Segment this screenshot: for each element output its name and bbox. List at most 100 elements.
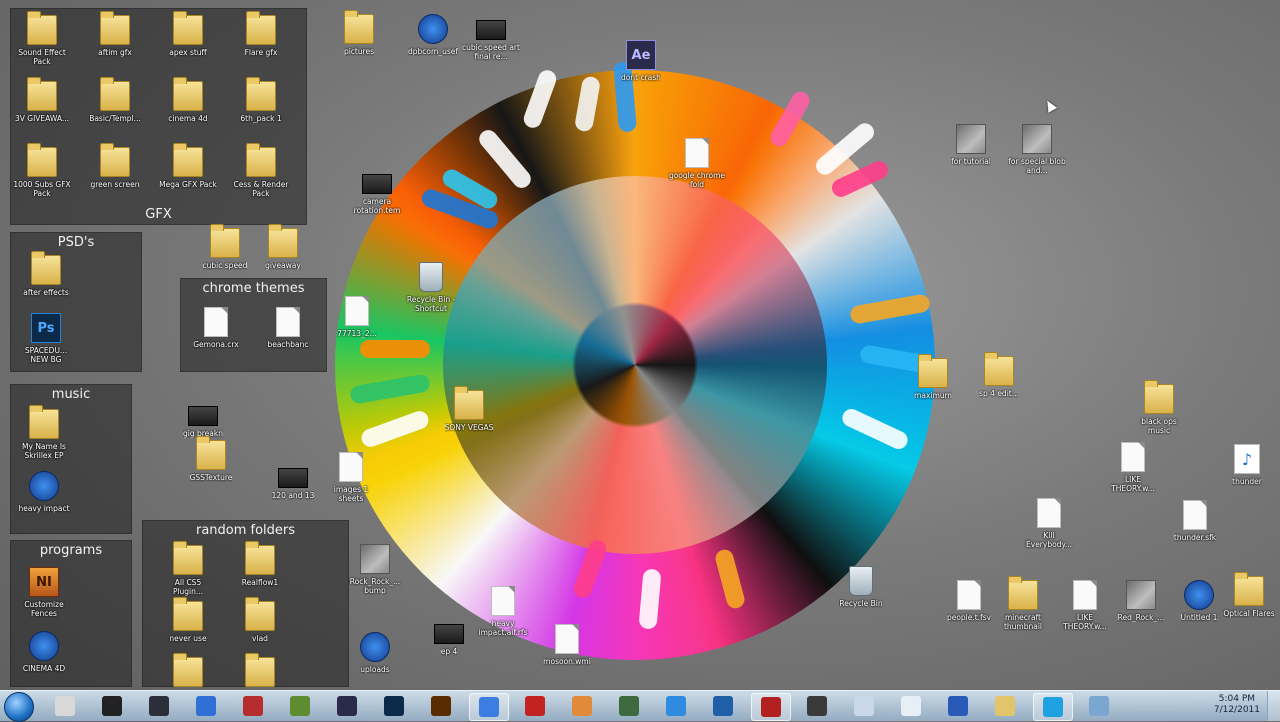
folder-item[interactable]: green screen — [86, 143, 144, 189]
fence-chrome[interactable]: chrome themes Gemona.crx beachbanc — [180, 278, 327, 372]
taskbar-button-app-red[interactable] — [516, 693, 554, 719]
folder-item[interactable]: Realflow1 — [231, 541, 289, 587]
folder-item[interactable]: Optical Flares — [1220, 572, 1278, 618]
folder-item[interactable]: Cess & Render Pack — [232, 143, 290, 198]
folder-item[interactable] — [159, 653, 217, 690]
desktop-item[interactable]: for special blob and... — [1008, 124, 1066, 175]
desktop-item[interactable]: ♪ thunder — [1218, 444, 1276, 486]
taskbar-button-aftereffects[interactable] — [328, 693, 366, 719]
folder-item[interactable]: Sound Effect Pack — [13, 11, 71, 66]
taskbar-button-illustrator[interactable] — [422, 693, 460, 719]
desktop-item[interactable]: NI Customize Fences — [15, 567, 73, 618]
desktop-item[interactable]: uploads — [346, 632, 404, 674]
desktop-item[interactable]: Ps SPACEDU... NEW BG — [17, 313, 75, 364]
desktop-item[interactable]: Ae dont crash — [612, 40, 670, 82]
desktop-item[interactable]: for tutorial — [942, 124, 1000, 166]
desktop-item[interactable]: 77713_2... — [328, 296, 386, 338]
folder-item[interactable]: pictures — [330, 10, 388, 56]
folder-item[interactable]: aftim gfx — [86, 11, 144, 57]
folder-item[interactable]: My Name Is Skrillex EP — [15, 405, 73, 460]
desktop-item[interactable]: dpbcom_usef — [404, 14, 462, 56]
folder-item[interactable]: cubic speed — [196, 224, 254, 270]
fence-programs[interactable]: programs NI Customize Fences CINEMA 4D — [10, 540, 132, 687]
folder-item[interactable]: SONY VEGAS — [440, 386, 498, 432]
taskbar-button-app-screen[interactable] — [1080, 693, 1118, 719]
desktop-item[interactable]: people.t.fsv — [940, 580, 998, 622]
fence-title[interactable]: random folders — [143, 523, 348, 538]
desktop-item[interactable]: Kill Everybody... — [1020, 498, 1078, 549]
folder-item[interactable]: never use — [159, 597, 217, 643]
taskbar-button-app-blue[interactable] — [704, 693, 742, 719]
taskbar-button-skype[interactable] — [1033, 693, 1073, 721]
desktop-item[interactable]: Rock_Rock_... bump — [346, 544, 404, 595]
fence-title[interactable]: programs — [11, 543, 131, 558]
clock[interactable]: 5:04 PM 7/12/2011 — [1214, 694, 1260, 716]
folder-item[interactable]: giveaway — [254, 224, 312, 270]
taskbar-button-winrar[interactable] — [234, 693, 272, 719]
folder-item[interactable]: apex stuff — [159, 11, 217, 57]
fence-music[interactable]: music My Name Is Skrillex EP heavy impact — [10, 384, 132, 534]
folder-item[interactable]: black ops music — [1130, 380, 1188, 435]
fence-title[interactable]: chrome themes — [181, 281, 326, 296]
folder-item[interactable]: Mega GFX Pack — [159, 143, 217, 189]
fence-title[interactable]: PSD's — [11, 235, 141, 250]
desktop-item[interactable]: Recycle Bin — [832, 566, 890, 608]
taskbar-button-folder[interactable] — [986, 693, 1024, 719]
folder-item[interactable]: Basic/Templ... — [86, 77, 144, 123]
icon-label: Gemona.crx — [193, 340, 239, 349]
taskbar-button-steam[interactable] — [140, 693, 178, 719]
folder-item[interactable]: sp 4 edit... — [970, 352, 1028, 398]
desktop-item[interactable]: 120 and 13 — [264, 462, 322, 500]
desktop-item[interactable]: heavy impact — [15, 471, 73, 513]
desktop-item[interactable]: cubic speed art final re... — [462, 14, 520, 61]
taskbar-button-app-window[interactable] — [845, 693, 883, 719]
desktop-item[interactable]: CINEMA 4D — [15, 631, 73, 673]
fence-title[interactable]: GFX — [11, 207, 306, 222]
desktop-item[interactable]: google chrome fold — [668, 138, 726, 189]
taskbar-button-media[interactable] — [751, 693, 791, 721]
folder-item[interactable]: All CS5 Plugin... — [159, 541, 217, 596]
desktop-item[interactable]: LIKE THEORY.w... — [1104, 442, 1162, 493]
taskbar-button-minecraft[interactable] — [281, 693, 319, 719]
folder-item[interactable]: minecraft thumbnail — [994, 576, 1052, 631]
taskbar-button-word[interactable] — [939, 693, 977, 719]
fence-title[interactable]: music — [11, 387, 131, 402]
fence-psds[interactable]: PSD's after effects Ps SPACEDU... NEW BG — [10, 232, 142, 372]
taskbar-button-explorer[interactable] — [46, 693, 84, 719]
fence-gfx[interactable]: GFX Sound Effect Pack aftim gfx apex stuff F… — [10, 8, 307, 225]
folder-item[interactable]: vlad — [231, 597, 289, 643]
desktop-item[interactable]: thunder.sfk — [1166, 500, 1224, 542]
folder-item[interactable]: after effects — [17, 251, 75, 297]
desktop-item[interactable]: Red_Rock_... — [1112, 580, 1170, 622]
start-button[interactable] — [4, 692, 34, 722]
taskbar-button-cmd[interactable] — [93, 693, 131, 719]
desktop-item[interactable]: camera rotation.tem — [348, 168, 406, 215]
desktop-item[interactable]: ep 4 — [420, 618, 478, 656]
folder-item[interactable] — [231, 653, 289, 690]
taskbar-button-cinema4d[interactable] — [187, 693, 225, 719]
taskbar-button-chrome[interactable] — [469, 693, 509, 721]
taskbar-button-notepad[interactable] — [892, 693, 930, 719]
desktop-item[interactable]: beachbanc — [259, 307, 317, 349]
desktop-item[interactable]: LIKE THEORY.w... — [1056, 580, 1114, 631]
desktop-item[interactable]: gig breakn — [174, 400, 232, 438]
desktop-item[interactable]: Gemona.crx — [187, 307, 245, 349]
desktop-item[interactable]: Recycle Bin - Shortcut — [402, 262, 460, 313]
taskbar-button-paint[interactable] — [657, 693, 695, 719]
folder-item[interactable]: maximum — [904, 354, 962, 400]
folder-item[interactable]: 6th_pack 1 — [232, 77, 290, 123]
folder-item[interactable]: Flare gfx — [232, 11, 290, 57]
folder-item[interactable]: 3V GIVEAWA... — [13, 77, 71, 123]
show-desktop-button[interactable] — [1267, 691, 1280, 721]
folder-item[interactable]: 1000 Subs GFX Pack — [13, 143, 71, 198]
folder-item[interactable]: cinema 4d — [159, 77, 217, 123]
desktop-item[interactable]: heavy impact.aif.rfs — [474, 586, 532, 637]
desktop-item[interactable]: images 1 sheets — [322, 452, 380, 503]
folder-item[interactable]: GSSTexture — [182, 436, 240, 482]
taskbar-button-pencil[interactable] — [563, 693, 601, 719]
taskbar-button-photoshop[interactable] — [375, 693, 413, 719]
desktop-item[interactable]: mosoon.wmi — [538, 624, 596, 666]
taskbar-button-app-green[interactable] — [610, 693, 648, 719]
fence-random[interactable]: random folders All CS5 Plugin... Realflow1… — [142, 520, 349, 687]
taskbar-button-app-tv[interactable] — [798, 693, 836, 719]
